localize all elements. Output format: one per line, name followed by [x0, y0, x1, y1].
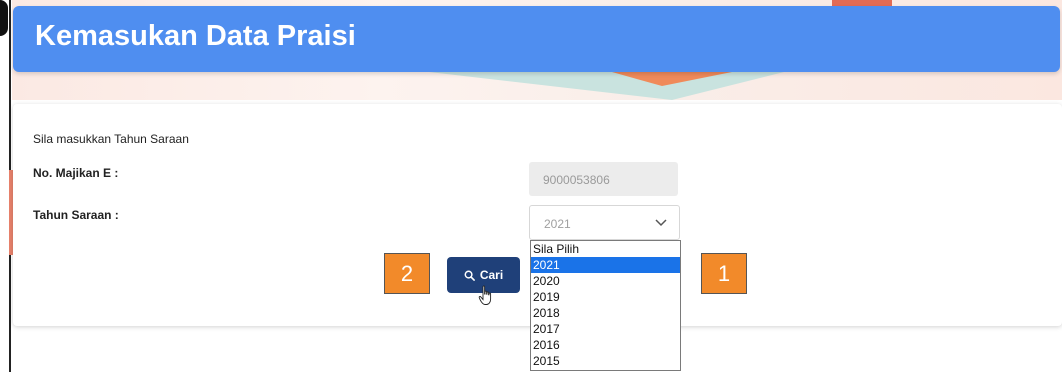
teal-shape: [412, 70, 792, 100]
dropdown-option-selected[interactable]: 2021: [531, 257, 680, 273]
dropdown-option[interactable]: Sila Pilih: [531, 241, 680, 257]
dropdown-option[interactable]: 2020: [531, 273, 680, 289]
search-button-label: Cari: [479, 268, 504, 282]
orange-shape: [612, 72, 732, 86]
step-callout-2: 2: [384, 253, 430, 294]
majikan-field: 9000053806: [529, 162, 678, 196]
tahun-select-value: 2021: [544, 217, 571, 231]
tahun-dropdown-list[interactable]: Sila Pilih 2021 2020 2019 2018 2017 2016…: [530, 240, 681, 371]
intro-text: Sila masukkan Tahun Saraan: [33, 132, 189, 146]
chevron-down-icon: [655, 216, 667, 230]
tahun-select[interactable]: 2021: [529, 205, 680, 240]
step-callout-1: 1: [701, 253, 747, 294]
edge-blob: [0, 0, 8, 36]
hand-pointer-icon: [478, 285, 494, 312]
tahun-label: Tahun Saraan :: [33, 208, 119, 222]
dropdown-option[interactable]: 2016: [531, 337, 680, 353]
page-title: Kemasukan Data Praisi: [35, 20, 356, 52]
dropdown-option[interactable]: 2019: [531, 289, 680, 305]
dropdown-option[interactable]: 2015: [531, 353, 680, 369]
dropdown-option[interactable]: 2017: [531, 321, 680, 337]
majikan-label: No. Majikan E :: [33, 166, 119, 180]
search-icon: [464, 270, 475, 281]
page-header: Kemasukan Data Praisi: [13, 6, 1060, 72]
dropdown-option[interactable]: 2018: [531, 305, 680, 321]
